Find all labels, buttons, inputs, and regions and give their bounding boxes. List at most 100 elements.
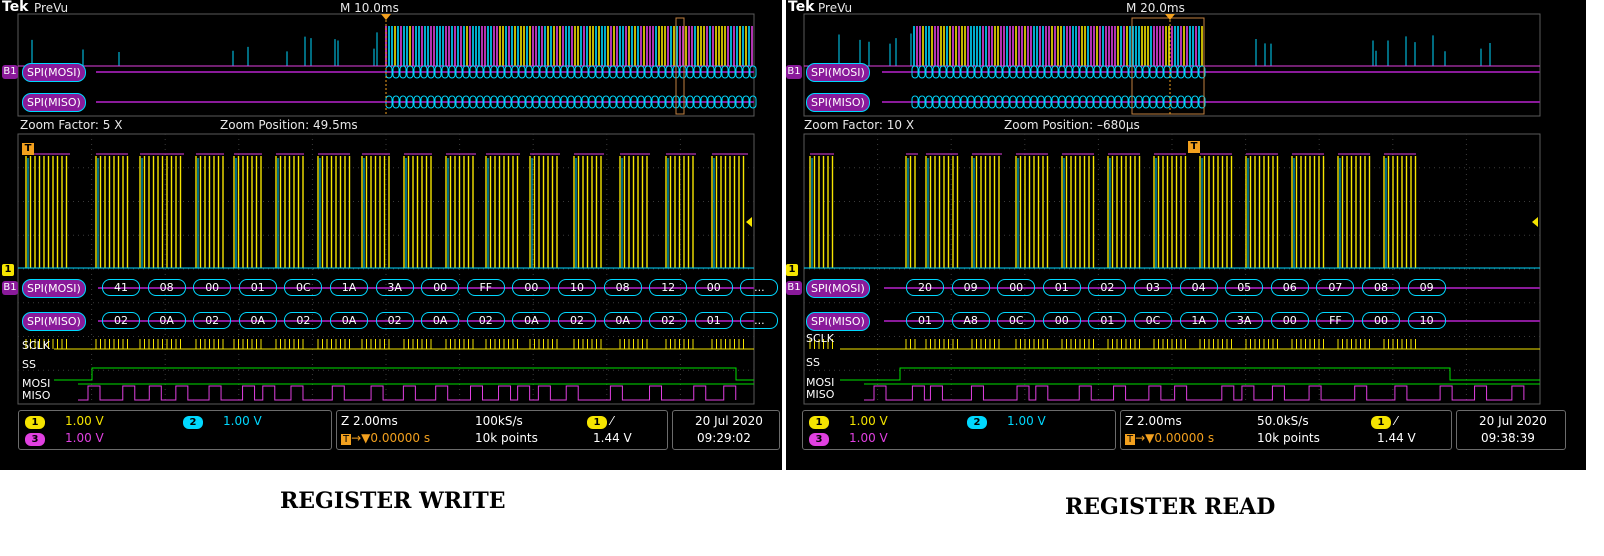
bus-marker-icon: B1 <box>2 65 18 79</box>
miso-decoded-byte: 0A <box>512 312 551 329</box>
rising-edge-icon: ⁄ <box>1394 414 1397 428</box>
mosi-decoded-byte: FF <box>466 279 505 296</box>
ch1-icon: 1 <box>25 416 45 429</box>
mosi-decoded-byte: 12 <box>649 279 688 296</box>
mosi-decoded-byte: 00 <box>997 279 1036 296</box>
ch2-scale: 1.00 V <box>223 414 262 428</box>
brand-label: Tek <box>2 0 29 15</box>
trigger-position: T →▼0.00000 s <box>1125 431 1215 445</box>
miso-decoded-byte: 02 <box>649 312 688 329</box>
trigger-level-icon <box>1532 217 1538 227</box>
overview-bus-mosi-label: SPI(MOSI) <box>22 63 86 82</box>
zoom-bus-mosi-label: SPI(MOSI) <box>22 279 86 298</box>
mosi-decoded-byte: 09 <box>1407 279 1446 296</box>
time-label: 09:29:02 <box>697 431 751 445</box>
trigger-position-value: 0.00000 s <box>1154 431 1215 445</box>
sclk-label: SCLK <box>22 339 51 352</box>
ch3-icon: 3 <box>809 433 829 446</box>
zoom-position-label: Zoom Position: –680µs <box>1004 118 1140 132</box>
miso-decoded-byte: 0A <box>421 312 460 329</box>
scope-register-read: Tek PreVu M 20.0ms B1 SPI(MOSI) SPI(MISO… <box>786 0 1586 470</box>
trigger-position-value: 0.00000 s <box>370 431 431 445</box>
date-label: 20 Jul 2020 <box>1479 414 1547 428</box>
channel-settings-panel[interactable]: 1 1.00 V 2 1.00 V 3 1.00 V <box>18 410 332 450</box>
mosi-decoded-byte: 04 <box>1179 279 1218 296</box>
ch1-icon: 1 <box>809 416 829 429</box>
mosi-decoded-byte: 0C <box>284 279 323 296</box>
miso-decoded-byte: 0C <box>997 312 1036 329</box>
overview-bus-miso-label: SPI(MISO) <box>22 93 86 112</box>
zoom-factor-label: Zoom Factor: 10 X <box>804 118 915 132</box>
record-length: 10k points <box>1257 431 1320 445</box>
trigger-icon: T <box>1125 434 1136 445</box>
date-label: 20 Jul 2020 <box>695 414 763 428</box>
trigger-marker-icon: T <box>22 143 34 155</box>
mosi-decoded-byte: 09 <box>951 279 990 296</box>
miso-decoded-byte: ... <box>740 312 779 329</box>
mode-label: PreVu <box>818 1 853 15</box>
mosi-decoded-byte: 08 <box>603 279 642 296</box>
record-length: 10k points <box>475 431 538 445</box>
ch1-ground-marker-icon: 1 <box>786 264 798 276</box>
ch2-icon: 2 <box>183 416 203 429</box>
zoom-time-scale: Z 2.00ms <box>1125 414 1182 428</box>
ss-label: SS <box>806 356 820 369</box>
mosi-decoded-byte: 01 <box>1042 279 1081 296</box>
timebase-label: M 20.0ms <box>1126 1 1185 15</box>
miso-decoded-byte: 00 <box>1042 312 1081 329</box>
ch3-icon: 3 <box>25 433 45 446</box>
trigger-level: 1.44 V <box>593 431 632 445</box>
trigger-icon: T <box>341 434 352 445</box>
miso-decoded-byte: FF <box>1316 312 1355 329</box>
miso-decoded-byte: 01 <box>906 312 944 329</box>
mosi-decoded-byte: 03 <box>1134 279 1172 296</box>
timebase-label: M 10.0ms <box>340 1 399 15</box>
mosi-decoded-byte: 07 <box>1316 279 1355 296</box>
overview-bus-mosi-label: SPI(MOSI) <box>806 63 870 82</box>
zoom-position-label: Zoom Position: 49.5ms <box>220 118 358 132</box>
acquisition-settings-panel[interactable]: Z 2.00ms T →▼0.00000 s 100kS/s 10k points… <box>336 410 668 450</box>
mosi-decoded-byte: ... <box>740 279 779 296</box>
mosi-decoded-byte: 1A <box>330 279 368 296</box>
mosi-decoded-byte: 3A <box>375 279 414 296</box>
overview-bus-miso-label: SPI(MISO) <box>806 93 870 112</box>
datetime-panel: 20 Jul 2020 09:38:39 <box>1456 410 1566 450</box>
mosi-decoded-byte: 02 <box>1088 279 1127 296</box>
zoom-bus-miso-label: SPI(MISO) <box>22 312 86 331</box>
ch1-ground-marker-icon: 1 <box>2 264 14 276</box>
channel-settings-panel[interactable]: 1 1.00 V 2 1.00 V 3 1.00 V <box>802 410 1116 450</box>
caption-register-read: REGISTER READ <box>1065 494 1276 520</box>
mosi-decoded-byte: 01 <box>238 279 277 296</box>
ch3-scale: 1.00 V <box>65 431 104 445</box>
miso-decoded-byte: 0C <box>1134 312 1172 329</box>
miso-decoded-byte: 3A <box>1225 312 1264 329</box>
miso-decoded-byte: 0A <box>238 312 277 329</box>
trigger-level-icon <box>746 217 752 227</box>
miso-decoded-byte: 10 <box>1407 312 1446 329</box>
caption-register-write: REGISTER WRITE <box>280 488 506 514</box>
mosi-decoded-byte: 08 <box>147 279 186 296</box>
ch1-scale: 1.00 V <box>65 414 104 428</box>
mosi-decoded-byte: 00 <box>193 279 232 296</box>
sample-rate: 50.0kS/s <box>1257 414 1309 428</box>
rising-edge-icon: ⁄ <box>610 414 613 428</box>
sclk-label: SCLK <box>806 332 835 345</box>
miso-decoded-byte: 02 <box>102 312 140 329</box>
miso-decoded-byte: 0A <box>147 312 186 329</box>
ch1-scale: 1.00 V <box>849 414 888 428</box>
waveform-display-read <box>803 13 1541 405</box>
miso-decoded-byte: 02 <box>375 312 414 329</box>
mosi-decoded-byte: 05 <box>1225 279 1264 296</box>
miso-decoded-byte: 01 <box>694 312 733 329</box>
ch2-scale: 1.00 V <box>1007 414 1046 428</box>
waveform-display-write <box>17 13 757 405</box>
miso-decoded-byte: 0A <box>603 312 642 329</box>
miso-label: MISO <box>806 388 835 401</box>
mosi-decoded-byte: 41 <box>102 279 140 296</box>
acquisition-settings-panel[interactable]: Z 2.00ms T →▼0.00000 s 50.0kS/s 10k point… <box>1120 410 1452 450</box>
time-label: 09:38:39 <box>1481 431 1535 445</box>
zoom-bus-mosi-label: SPI(MOSI) <box>806 279 870 298</box>
bus-marker-icon: B1 <box>786 65 802 79</box>
miso-label: MISO <box>22 389 51 402</box>
mosi-decoded-byte: 00 <box>421 279 460 296</box>
